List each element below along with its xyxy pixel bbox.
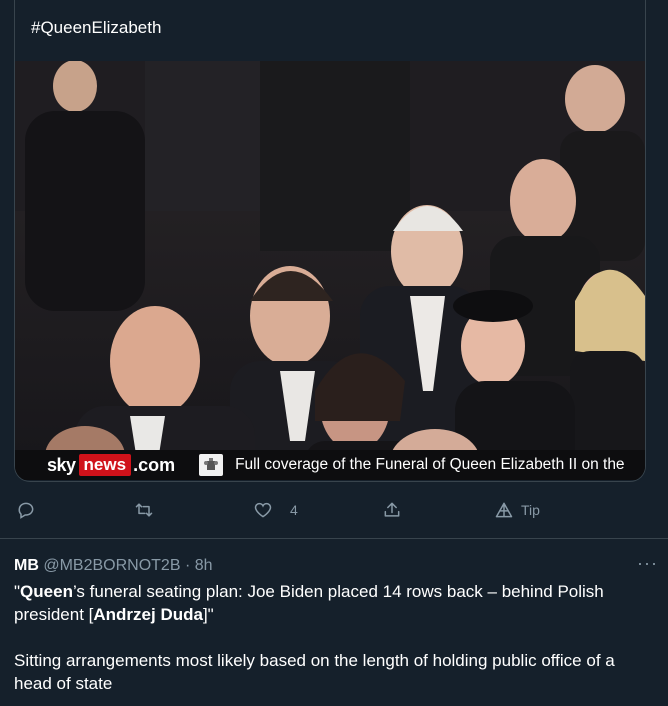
- tweet-divider: [0, 538, 668, 539]
- hashtag-link[interactable]: #QueenElizabeth: [31, 18, 161, 38]
- reply-button[interactable]: [16, 490, 36, 530]
- author-handle[interactable]: @MB2BORNOT2B: [43, 557, 180, 574]
- time-separator: ·: [184, 557, 191, 574]
- ticker-headline: Full coverage of the Funeral of Queen El…: [235, 456, 625, 473]
- funeral-photo[interactable]: sky news .com Full coverage of the Funer…: [15, 61, 645, 480]
- more-options-button[interactable]: ···: [637, 553, 658, 574]
- heart-icon: [254, 502, 272, 518]
- retweet-button[interactable]: [134, 490, 154, 530]
- sky-logo-text: sky: [47, 454, 76, 475]
- tip-button[interactable]: Tip: [494, 490, 540, 530]
- share-button[interactable]: [382, 490, 402, 530]
- funeral-photo-image: [15, 61, 645, 480]
- tweet-text: "Queen’s funeral seating plan: Joe Biden…: [14, 580, 654, 695]
- like-button[interactable]: 4: [253, 490, 298, 530]
- author-name[interactable]: MB: [14, 557, 39, 574]
- tweet-timestamp[interactable]: 8h: [195, 557, 213, 574]
- tip-label: Tip: [521, 502, 540, 518]
- media-card[interactable]: #QueenElizabeth sky news .com Full cover…: [14, 0, 646, 482]
- news-logo-badge: news: [78, 454, 132, 476]
- speech-bubble-icon: [18, 502, 34, 519]
- tweet-author-line: MB @MB2BORNOT2B · 8h: [14, 557, 654, 575]
- royal-crest-icon: [199, 454, 224, 476]
- logo-domain-text: .com: [133, 454, 176, 475]
- highlight-queen: Queen: [20, 582, 73, 601]
- quoted-tweet[interactable]: MB @MB2BORNOT2B · 8h "Queen’s funeral se…: [14, 557, 654, 695]
- tweet-actions-bar: 4 Tip: [0, 490, 668, 530]
- like-count: 4: [290, 502, 298, 518]
- highlight-duda: Andrzej Duda: [93, 605, 203, 624]
- share-icon: [384, 502, 400, 517]
- tip-icon: [495, 502, 513, 518]
- news-ticker: sky news .com Full coverage of the Funer…: [15, 450, 645, 480]
- retweet-icon: [135, 503, 153, 517]
- tweet-paragraph-2: Sitting arrangements most likely based o…: [14, 651, 615, 693]
- quote-close: ]": [202, 605, 214, 624]
